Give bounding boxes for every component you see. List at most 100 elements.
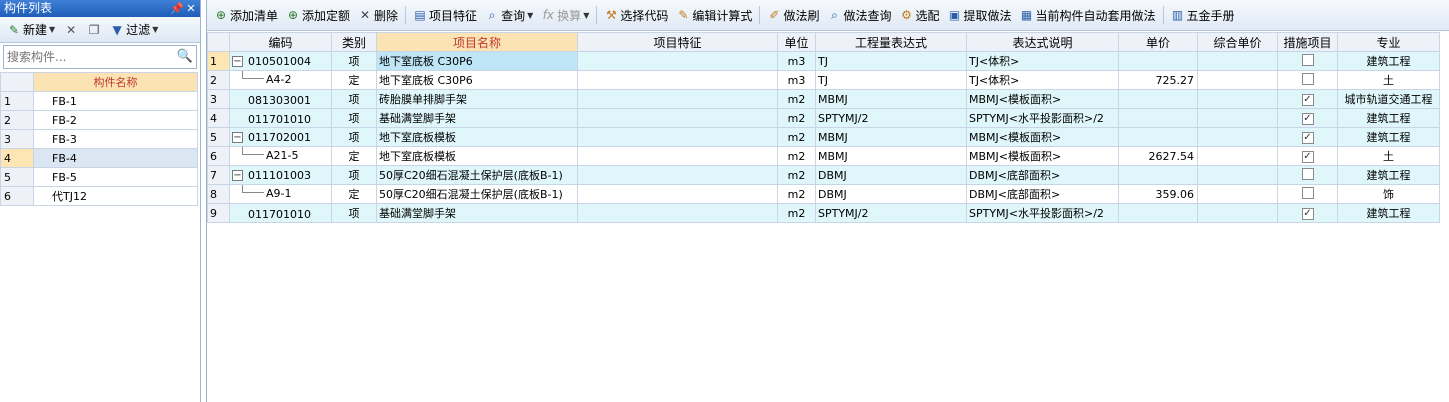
item-feature-button[interactable]: ▤ 项目特征 xyxy=(410,4,480,26)
hardware-manual-button[interactable]: ▥ 五金手册 xyxy=(1168,4,1238,26)
delete-button[interactable]: ✕ 删除 xyxy=(355,4,401,26)
table-row[interactable]: 3 FB-3 xyxy=(0,129,198,149)
type-cell[interactable]: 项 xyxy=(331,89,377,109)
item-name-cell[interactable]: 基础满堂脚手架 xyxy=(376,203,578,223)
select-match-button[interactable]: ⚙ 选配 xyxy=(896,4,942,26)
unit-price-cell[interactable] xyxy=(1118,127,1198,147)
chevron-down-icon[interactable]: ▼ xyxy=(152,25,158,34)
quantity-expression-cell[interactable]: SPTYMJ/2 xyxy=(815,203,967,223)
type-cell[interactable]: 定 xyxy=(331,184,377,204)
unit-price-cell[interactable] xyxy=(1118,51,1198,71)
composite-price-cell[interactable] xyxy=(1197,108,1278,128)
table-row[interactable]: 6 A21-5 定地下室底板模板 m2 MBMJ MBMJ<模板面积> 2627.54 ✓ 土 xyxy=(207,146,1440,166)
column-header-measure-item[interactable]: 措施项目 xyxy=(1277,32,1338,52)
code-cell[interactable]: A9-1 xyxy=(229,184,332,204)
code-cell[interactable]: 081303001 xyxy=(229,89,332,109)
unit-cell[interactable]: m2 xyxy=(777,89,816,109)
column-header-composite-price[interactable]: 综合单价 xyxy=(1197,32,1278,52)
expression-description-cell[interactable]: MBMJ<模板面积> xyxy=(966,146,1119,166)
checkbox-unchecked[interactable] xyxy=(1301,186,1314,199)
composite-price-cell[interactable] xyxy=(1197,165,1278,185)
major-cell[interactable]: 饰 xyxy=(1337,184,1440,204)
major-cell[interactable]: 建筑工程 xyxy=(1337,51,1440,71)
checkbox-unchecked[interactable] xyxy=(1301,53,1314,66)
item-name-cell[interactable]: 砖胎膜单排脚手架 xyxy=(376,89,578,109)
unit-cell[interactable]: m3 xyxy=(777,51,816,71)
extract-method-button[interactable]: ▣ 提取做法 xyxy=(944,4,1014,26)
code-cell[interactable]: −011101003 xyxy=(229,165,332,185)
item-feature-cell[interactable] xyxy=(577,70,778,90)
major-cell[interactable]: 城市轨道交通工程 xyxy=(1337,89,1440,109)
composite-price-cell[interactable] xyxy=(1197,51,1278,71)
table-row[interactable]: 6 代TJ12 xyxy=(0,186,198,206)
table-row[interactable]: 2 A4-2 定地下室底板 C30P6 m3 TJ TJ<体积> 725.27 土 xyxy=(207,70,1440,90)
chevron-down-icon[interactable]: ▼ xyxy=(49,25,55,34)
type-cell[interactable]: 项 xyxy=(331,127,377,147)
measure-item-cell[interactable] xyxy=(1277,70,1338,90)
auto-apply-button[interactable]: ▦ 当前构件自动套用做法 xyxy=(1017,4,1159,26)
checkbox-checked[interactable]: ✓ xyxy=(1301,113,1314,125)
composite-price-cell[interactable] xyxy=(1197,127,1278,147)
item-feature-cell[interactable] xyxy=(577,89,778,109)
collapse-icon[interactable]: − xyxy=(232,56,243,67)
quantity-expression-cell[interactable]: MBMJ xyxy=(815,127,967,147)
pin-icon[interactable]: 📌 xyxy=(170,0,184,17)
expression-description-cell[interactable]: SPTYMJ<水平投影面积>/2 xyxy=(966,108,1119,128)
measure-item-cell[interactable]: ✓ xyxy=(1277,203,1338,223)
add-quota-button[interactable]: ⊕ 添加定额 xyxy=(283,4,353,26)
code-cell[interactable]: A21-5 xyxy=(229,146,332,166)
type-cell[interactable]: 项 xyxy=(331,51,377,71)
table-row-selected[interactable]: 1−010501004 项地下室底板 C30P6 m3 TJ TJ<体积> 建筑工程 xyxy=(207,51,1440,71)
component-name-header[interactable]: 构件名称 xyxy=(33,72,198,92)
component-name[interactable]: FB-5 xyxy=(33,167,198,187)
table-row[interactable]: 3 081303001 项砖胎膜单排脚手架 m2 MBMJ MBMJ<模板面积> ✓ 城市轨道… xyxy=(207,89,1440,109)
unit-price-cell[interactable]: 359.06 xyxy=(1118,184,1198,204)
add-list-button[interactable]: ⊕ 添加清单 xyxy=(211,4,281,26)
type-cell[interactable]: 项 xyxy=(331,203,377,223)
column-header-type[interactable]: 类别 xyxy=(331,32,377,52)
edit-formula-button[interactable]: ✎ 编辑计算式 xyxy=(673,4,755,26)
delete-component-button[interactable]: ✕ xyxy=(61,19,81,41)
quantity-expression-cell[interactable]: MBMJ xyxy=(815,89,967,109)
quantity-expression-cell[interactable]: MBMJ xyxy=(815,146,967,166)
unit-cell[interactable]: m2 xyxy=(777,108,816,128)
composite-price-cell[interactable] xyxy=(1197,89,1278,109)
expression-description-cell[interactable]: TJ<体积> xyxy=(966,51,1119,71)
major-cell[interactable]: 土 xyxy=(1337,146,1440,166)
measure-item-cell[interactable]: ✓ xyxy=(1277,127,1338,147)
unit-price-cell[interactable] xyxy=(1118,203,1198,223)
item-name-cell[interactable]: 50厚C20细石混凝土保护层(底板B-1) xyxy=(376,165,578,185)
checkbox-checked[interactable]: ✓ xyxy=(1301,94,1314,106)
table-row[interactable]: 5 FB-5 xyxy=(0,167,198,187)
expression-description-cell[interactable]: MBMJ<模板面积> xyxy=(966,89,1119,109)
type-cell[interactable]: 项 xyxy=(331,108,377,128)
component-name[interactable]: FB-1 xyxy=(33,91,198,111)
new-component-button[interactable]: ✎ 新建 ▼ xyxy=(4,19,58,41)
quantity-expression-cell[interactable]: TJ xyxy=(815,51,967,71)
measure-item-cell[interactable] xyxy=(1277,51,1338,71)
item-feature-cell[interactable] xyxy=(577,146,778,166)
column-header-item-feature[interactable]: 项目特征 xyxy=(577,32,778,52)
item-feature-cell[interactable] xyxy=(577,184,778,204)
column-header-code[interactable]: 编码 xyxy=(229,32,332,52)
quantity-expression-cell[interactable]: TJ xyxy=(815,70,967,90)
checkbox-checked[interactable]: ✓ xyxy=(1301,132,1314,144)
unit-cell[interactable]: m2 xyxy=(777,165,816,185)
checkbox-checked[interactable]: ✓ xyxy=(1301,208,1314,220)
major-cell[interactable]: 建筑工程 xyxy=(1337,165,1440,185)
code-cell[interactable]: −010501004 xyxy=(229,51,332,71)
copy-component-button[interactable]: ❐ xyxy=(84,19,104,41)
item-name-cell[interactable]: 地下室底板模板 xyxy=(376,127,578,147)
item-feature-cell[interactable] xyxy=(577,127,778,147)
table-row-selected[interactable]: 4 FB-4 xyxy=(0,148,198,168)
quantity-expression-cell[interactable]: DBMJ xyxy=(815,165,967,185)
close-icon[interactable]: ✕ xyxy=(184,0,198,17)
component-name[interactable]: FB-4 xyxy=(33,148,198,168)
type-cell[interactable]: 定 xyxy=(331,70,377,90)
measure-item-cell[interactable]: ✓ xyxy=(1277,108,1338,128)
measure-item-cell[interactable]: ✓ xyxy=(1277,89,1338,109)
unit-price-cell[interactable]: 725.27 xyxy=(1118,70,1198,90)
composite-price-cell[interactable] xyxy=(1197,184,1278,204)
chevron-down-icon[interactable]: ▼ xyxy=(583,11,589,20)
table-row[interactable]: 5−011702001 项地下室底板模板 m2 MBMJ MBMJ<模板面积> ✓ 建筑工程 xyxy=(207,127,1440,147)
